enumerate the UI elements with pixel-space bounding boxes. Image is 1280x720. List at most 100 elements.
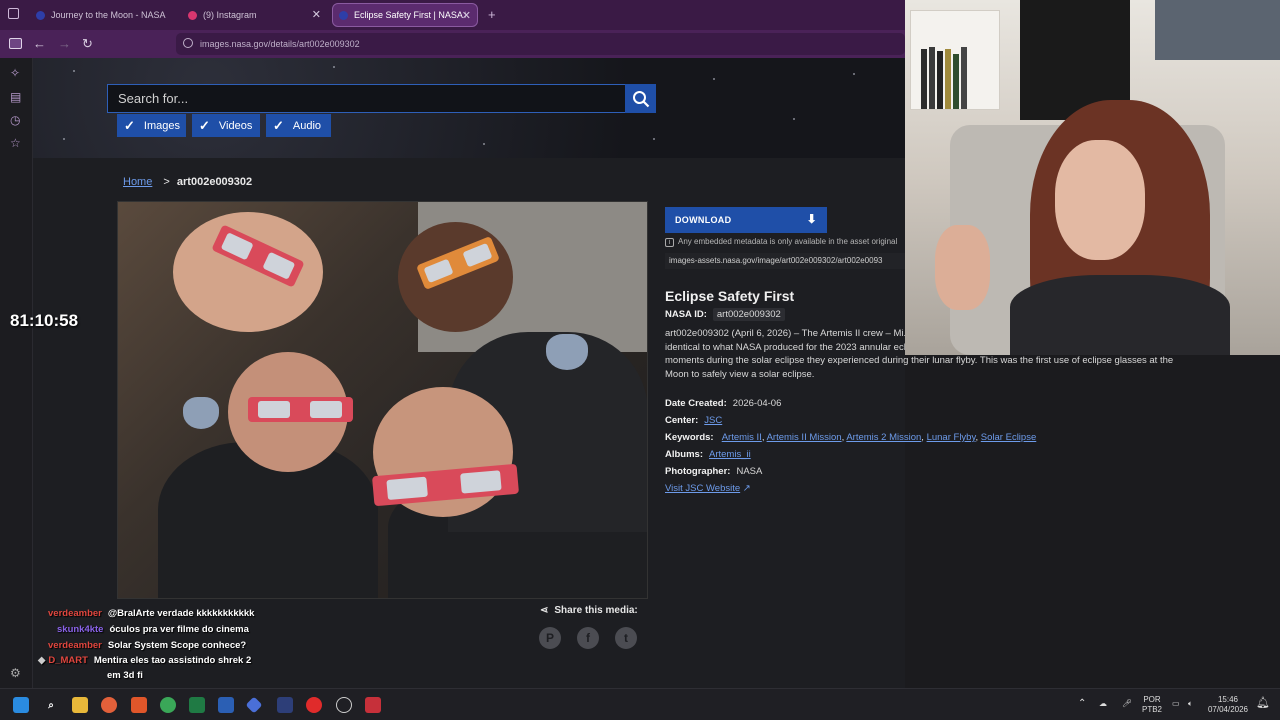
chat-badge-icon: ◆	[38, 655, 46, 666]
app-diamond-icon[interactable]	[245, 696, 263, 714]
close-tab-icon[interactable]: ✕	[312, 8, 321, 21]
keywords-row: Keywords: Artemis II, Artemis II Mission…	[665, 432, 1037, 443]
ai-sparkle-icon[interactable]: ✧	[10, 66, 20, 80]
mission-patch	[183, 397, 219, 429]
chat-message: verdeamber Solar System Scope conhece?	[48, 640, 246, 651]
nasa-id-label: NASA ID:	[665, 309, 707, 320]
history-icon[interactable]: ◷	[10, 113, 20, 127]
albums-label: Albums:	[665, 449, 703, 460]
chat-message: skunk4kte óculos pra ver filme do cinema	[57, 624, 249, 635]
filter-label: Videos	[218, 119, 253, 132]
share-heading: ⋖ Share this media:	[540, 605, 638, 616]
facebook-icon[interactable]: f	[577, 627, 599, 649]
streamer-shirt	[1010, 275, 1230, 355]
bookmarks-icon[interactable]: ☆	[10, 136, 21, 150]
keyword-link[interactable]: Solar Eclipse	[981, 432, 1036, 443]
mic-icon[interactable]: 🎤︎	[1122, 699, 1132, 709]
keyword-link[interactable]: Artemis II	[722, 432, 762, 443]
date-value: 2026-04-06	[732, 398, 782, 409]
twitter-icon[interactable]: t	[615, 627, 637, 649]
breadcrumb-separator: >	[163, 176, 170, 188]
network-icon[interactable]: ▭	[1172, 699, 1180, 709]
sidebar-toggle-icon[interactable]	[9, 38, 22, 49]
chat-message: em 3d fi	[107, 670, 143, 681]
chatgpt-icon[interactable]	[336, 697, 352, 713]
tab-journey-to-the-moon[interactable]: Journey to the Moon - NASA	[30, 3, 180, 27]
windows-start-icon[interactable]	[13, 697, 29, 713]
download-label: DOWNLOAD	[675, 215, 732, 225]
info-icon: i	[665, 238, 674, 247]
address-toolbar: ← → ↻ images.nasa.gov/details/art002e009…	[0, 30, 905, 58]
center-label: Center:	[665, 415, 699, 426]
streaming-app-icon[interactable]	[365, 697, 381, 713]
url-field[interactable]: images.nasa.gov/details/art002e009302	[176, 33, 905, 55]
tab-instagram[interactable]: (9) Instagram ✕	[182, 3, 327, 27]
lang-top: POR	[1143, 695, 1161, 704]
page-title: Eclipse Safety First	[665, 288, 795, 304]
search-input[interactable]: Search for...	[107, 84, 627, 113]
center-link[interactable]: JSC	[704, 415, 722, 426]
keywords-label: Keywords:	[665, 432, 714, 443]
back-icon[interactable]: ←	[33, 36, 46, 52]
eclipse-glasses	[248, 397, 353, 422]
visit-jsc-link[interactable]: Visit JSC Website	[665, 483, 740, 494]
settings-gear-icon[interactable]: ⚙	[10, 666, 21, 680]
album-link[interactable]: Artemis_ii	[709, 449, 751, 460]
tab-label: Eclipse Safety First | NASA Imag	[354, 10, 466, 20]
keyword-link[interactable]: Artemis II Mission	[767, 432, 842, 443]
keyword-link[interactable]: Lunar Flyby	[927, 432, 976, 443]
checkmark-icon: ✓	[199, 117, 210, 133]
media-image[interactable]	[117, 201, 648, 599]
breadcrumb: Home > art002e009302	[123, 176, 252, 188]
download-button[interactable]: DOWNLOAD ⬇	[665, 207, 827, 233]
clock-date: 07/04/2026	[1207, 705, 1249, 714]
chrome-icon[interactable]	[160, 697, 176, 713]
close-tab-icon[interactable]: ✕	[462, 9, 471, 22]
chat-message: ◆ D_MART Mentira eles tao assistindo shrek…	[38, 655, 251, 666]
tab-eclipse-safety-first[interactable]: Eclipse Safety First | NASA Imag ✕	[332, 3, 478, 27]
breadcrumb-home-link[interactable]: Home	[123, 176, 152, 188]
notification-bell-icon[interactable]: 🔔︎	[1256, 698, 1270, 709]
chat-text: @BralArte verdade kkkkkkkkkkk	[107, 608, 255, 619]
cloud-icon[interactable]: ☁	[1099, 699, 1107, 709]
new-tab-button[interactable]: +	[488, 7, 496, 22]
firefox-icon[interactable]	[101, 697, 117, 713]
tray-chevron-icon[interactable]: ⌃	[1078, 699, 1086, 709]
reader-icon[interactable]: ▤	[10, 90, 21, 104]
crew-face	[173, 212, 323, 332]
tab-actions-icon[interactable]	[8, 8, 19, 19]
browser-tab-bar: Journey to the Moon - NASA (9) Instagram…	[0, 0, 905, 30]
clock[interactable]: 15:46 07/04/2026	[1205, 695, 1251, 715]
reload-icon[interactable]: ↻	[82, 36, 93, 52]
search-button[interactable]	[625, 84, 656, 113]
filter-images[interactable]: ✓ Images	[117, 114, 186, 137]
chat-text: em 3d fi	[107, 670, 143, 681]
chat-username: D_MART	[48, 655, 88, 666]
pinterest-icon[interactable]: P	[539, 627, 561, 649]
forward-icon[interactable]: →	[58, 36, 71, 52]
youtube-icon[interactable]	[306, 697, 322, 713]
search-icon[interactable]: ⌕	[43, 697, 59, 713]
checkmark-icon: ✓	[273, 117, 284, 133]
date-label: Date Created:	[665, 398, 727, 409]
asset-url-field[interactable]: images-assets.nasa.gov/image/art002e0093…	[665, 253, 905, 269]
site-info-icon[interactable]	[183, 38, 193, 48]
filter-audio[interactable]: ✓ Audio	[266, 114, 331, 137]
filter-label: Audio	[292, 119, 322, 132]
volume-icon[interactable]: 🔈︎	[1188, 699, 1193, 709]
file-explorer-icon[interactable]	[72, 697, 88, 713]
keyword-link[interactable]: Artemis 2 Mission	[846, 432, 921, 443]
brave-icon[interactable]	[131, 697, 147, 713]
excel-icon[interactable]	[189, 697, 205, 713]
metadata-note: i Any embedded metadata is only available…	[665, 237, 897, 247]
tab-label: (9) Instagram	[203, 10, 257, 20]
poster	[1155, 0, 1280, 60]
url-text: images.nasa.gov/details/art002e009302	[200, 39, 360, 49]
word-icon[interactable]	[218, 697, 234, 713]
nasa-favicon-icon	[339, 10, 348, 20]
filter-videos[interactable]: ✓ Videos	[192, 114, 260, 137]
visit-website-row: Visit JSC Website ↗	[665, 483, 751, 494]
lc-app-icon[interactable]	[277, 697, 293, 713]
language-indicator[interactable]: POR PTB2	[1140, 695, 1164, 715]
share-icon: ⋖	[540, 605, 549, 616]
